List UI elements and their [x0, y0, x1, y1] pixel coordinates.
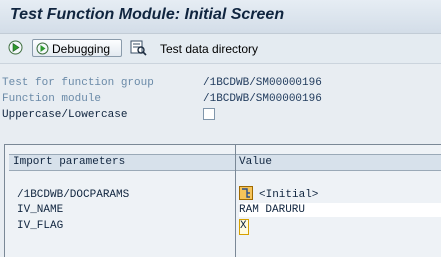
screen-title: Test Function Module: Initial Screen — [10, 6, 285, 23]
param-value[interactable]: <Initial> — [259, 189, 318, 201]
test-data-directory-icon[interactable] — [130, 40, 147, 56]
function-group-label: Test for function group — [2, 77, 154, 89]
function-module-value: /1BCDWB/SM00000196 — [203, 93, 322, 105]
debugging-label: Debugging — [52, 42, 111, 56]
param-name: IV_FLAG — [17, 220, 64, 232]
debug-icon — [36, 42, 49, 55]
test-data-directory-label[interactable]: Test data directory — [160, 42, 258, 56]
structure-icon[interactable] — [239, 186, 253, 200]
header-value: Value — [239, 156, 273, 168]
application-toolbar: Debugging Test data directory — [0, 34, 441, 64]
execute-icon[interactable] — [8, 40, 23, 55]
title-bar: Test Function Module: Initial Screen — [0, 0, 441, 34]
param-name: IV_NAME — [17, 204, 64, 216]
param-value: RAM DARURU — [239, 204, 306, 216]
uppercase-lowercase-label: Uppercase/Lowercase — [2, 109, 128, 121]
param-name: /1BCDWB/DOCPARAMS — [17, 189, 130, 201]
function-group-value: /1BCDWB/SM00000196 — [203, 77, 322, 89]
header-import-parameters: Import parameters — [13, 156, 126, 168]
parameters-table: Import parameters Value /1BCDWB/DOCPARAM… — [4, 144, 441, 257]
function-module-label: Function module — [2, 93, 102, 105]
debugging-button[interactable]: Debugging — [32, 39, 122, 57]
uppercase-lowercase-checkbox[interactable] — [203, 108, 215, 120]
param-value: X — [240, 220, 247, 232]
column-separator — [235, 145, 236, 257]
